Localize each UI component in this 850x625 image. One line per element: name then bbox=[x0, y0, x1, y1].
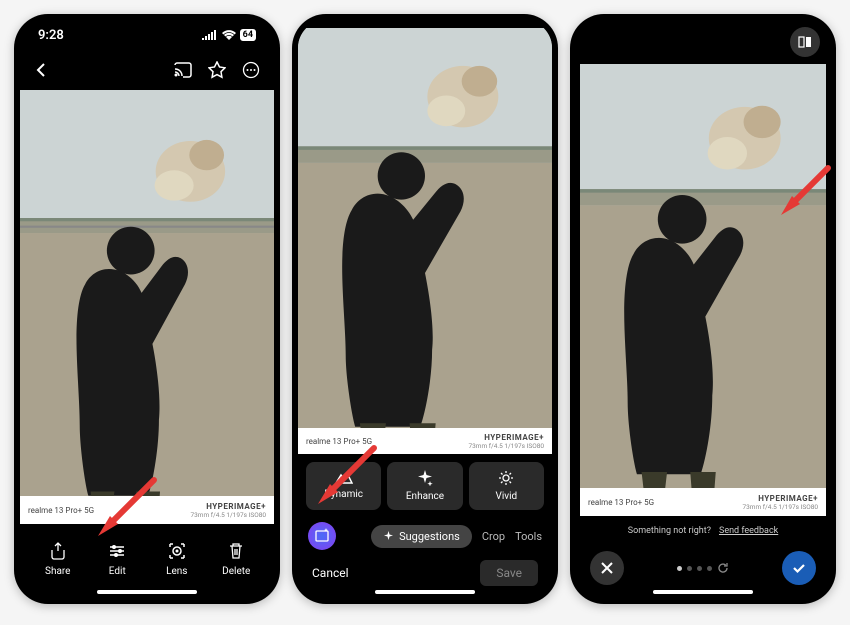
signal-icon bbox=[202, 30, 218, 40]
sparkle-icon bbox=[417, 470, 433, 486]
close-icon bbox=[600, 561, 614, 575]
sparkle-small-icon bbox=[383, 531, 394, 542]
watermark-brand: HYPERIMAGE+ bbox=[742, 494, 818, 503]
delete-icon bbox=[227, 542, 245, 560]
battery-icon: 64 bbox=[240, 29, 256, 41]
edit-label: Edit bbox=[109, 566, 126, 577]
feedback-row: Something not right? Send feedback bbox=[576, 516, 830, 546]
dot-2 bbox=[687, 566, 692, 571]
lens-icon bbox=[168, 542, 186, 560]
topbar bbox=[20, 50, 274, 90]
edit-icon bbox=[108, 542, 126, 560]
watermark-device: realme 13 Pro+ 5G bbox=[588, 498, 654, 507]
status-time: 9:28 bbox=[38, 28, 64, 43]
close-button[interactable] bbox=[590, 551, 624, 585]
watermark-meta: 73mm f/4.5 1/197s ISO80 bbox=[190, 511, 266, 519]
status-right: 64 bbox=[202, 29, 256, 41]
wifi-icon bbox=[222, 30, 236, 40]
cast-icon[interactable] bbox=[174, 62, 192, 78]
watermark-brand: HYPERIMAGE+ bbox=[190, 502, 266, 511]
filter-vivid-label: Vivid bbox=[495, 491, 517, 502]
edit-button[interactable]: Edit bbox=[88, 542, 148, 577]
refresh-icon[interactable] bbox=[717, 562, 729, 574]
lens-button[interactable]: Lens bbox=[147, 542, 207, 577]
check-icon bbox=[791, 560, 807, 576]
topbar bbox=[576, 20, 830, 64]
save-button[interactable]: Save bbox=[480, 560, 538, 586]
phone-screen-3: realme 13 Pro+ 5G HYPERIMAGE+ 73mm f/4.5… bbox=[570, 14, 836, 604]
share-button[interactable]: Share bbox=[28, 542, 88, 577]
image-sparkle-icon bbox=[314, 528, 330, 544]
photo-watermark: realme 13 Pro+ 5G HYPERIMAGE+ 73mm f/4.5… bbox=[298, 428, 552, 454]
watermark-brand: HYPERIMAGE+ bbox=[468, 433, 544, 442]
page-dots[interactable] bbox=[677, 562, 729, 574]
lens-label: Lens bbox=[166, 566, 187, 577]
share-icon bbox=[49, 542, 67, 560]
confirm-button[interactable] bbox=[782, 551, 816, 585]
filter-vivid[interactable]: Vivid bbox=[469, 462, 544, 510]
photo[interactable]: realme 13 Pro+ 5G HYPERIMAGE+ 73mm f/4.5… bbox=[20, 90, 274, 524]
filter-enhance[interactable]: Enhance bbox=[387, 462, 462, 510]
star-icon[interactable] bbox=[208, 61, 226, 79]
bottom-bar: Share Edit Lens Delete bbox=[20, 524, 274, 598]
home-indicator[interactable] bbox=[653, 590, 753, 594]
watermark-meta: 73mm f/4.5 1/197s ISO80 bbox=[468, 442, 544, 450]
dot-3 bbox=[697, 566, 702, 571]
watermark-device: realme 13 Pro+ 5G bbox=[28, 506, 94, 515]
delete-label: Delete bbox=[222, 566, 250, 577]
phone-screen-2: realme 13 Pro+ 5G HYPERIMAGE+ 73mm f/4.5… bbox=[292, 14, 558, 604]
photo[interactable]: realme 13 Pro+ 5G HYPERIMAGE+ 73mm f/4.5… bbox=[580, 64, 826, 516]
dot-1 bbox=[677, 566, 682, 571]
mountain-icon bbox=[335, 472, 353, 484]
back-icon[interactable] bbox=[34, 62, 50, 78]
photo[interactable]: realme 13 Pro+ 5G HYPERIMAGE+ 73mm f/4.5… bbox=[298, 28, 552, 454]
cancel-button[interactable]: Cancel bbox=[312, 566, 349, 580]
photo-watermark: realme 13 Pro+ 5G HYPERIMAGE+ 73mm f/4.5… bbox=[580, 488, 826, 516]
dot-4 bbox=[707, 566, 712, 571]
filter-row: Dynamic Enhance Vivid bbox=[298, 454, 552, 518]
filter-enhance-label: Enhance bbox=[406, 491, 444, 502]
filter-dynamic-label: Dynamic bbox=[324, 489, 363, 500]
home-indicator[interactable] bbox=[375, 590, 475, 594]
phone-screen-1: 9:28 64 bbox=[14, 14, 280, 604]
tab-crop[interactable]: Crop bbox=[482, 530, 505, 543]
compare-icon bbox=[797, 34, 813, 50]
tab-tools[interactable]: Tools bbox=[515, 530, 542, 543]
compare-button[interactable] bbox=[790, 27, 820, 57]
watermark-device: realme 13 Pro+ 5G bbox=[306, 437, 372, 446]
home-indicator[interactable] bbox=[97, 590, 197, 594]
delete-button[interactable]: Delete bbox=[207, 542, 267, 577]
photo-watermark: realme 13 Pro+ 5G HYPERIMAGE+ 73mm f/4.5… bbox=[20, 496, 274, 524]
filter-dynamic[interactable]: Dynamic bbox=[306, 462, 381, 510]
brightness-icon bbox=[498, 470, 514, 486]
share-label: Share bbox=[45, 566, 70, 577]
feedback-question: Something not right? bbox=[628, 526, 711, 536]
tab-suggestions[interactable]: Suggestions bbox=[371, 525, 472, 548]
status-bar: 9:28 64 bbox=[20, 20, 274, 50]
tab-row: Suggestions Crop Tools bbox=[298, 518, 552, 554]
tab-suggestions-label: Suggestions bbox=[399, 530, 460, 543]
send-feedback-link[interactable]: Send feedback bbox=[719, 526, 778, 536]
more-icon[interactable] bbox=[242, 61, 260, 79]
magic-eraser-button[interactable] bbox=[308, 522, 336, 550]
watermark-meta: 73mm f/4.5 1/197s ISO80 bbox=[742, 503, 818, 511]
